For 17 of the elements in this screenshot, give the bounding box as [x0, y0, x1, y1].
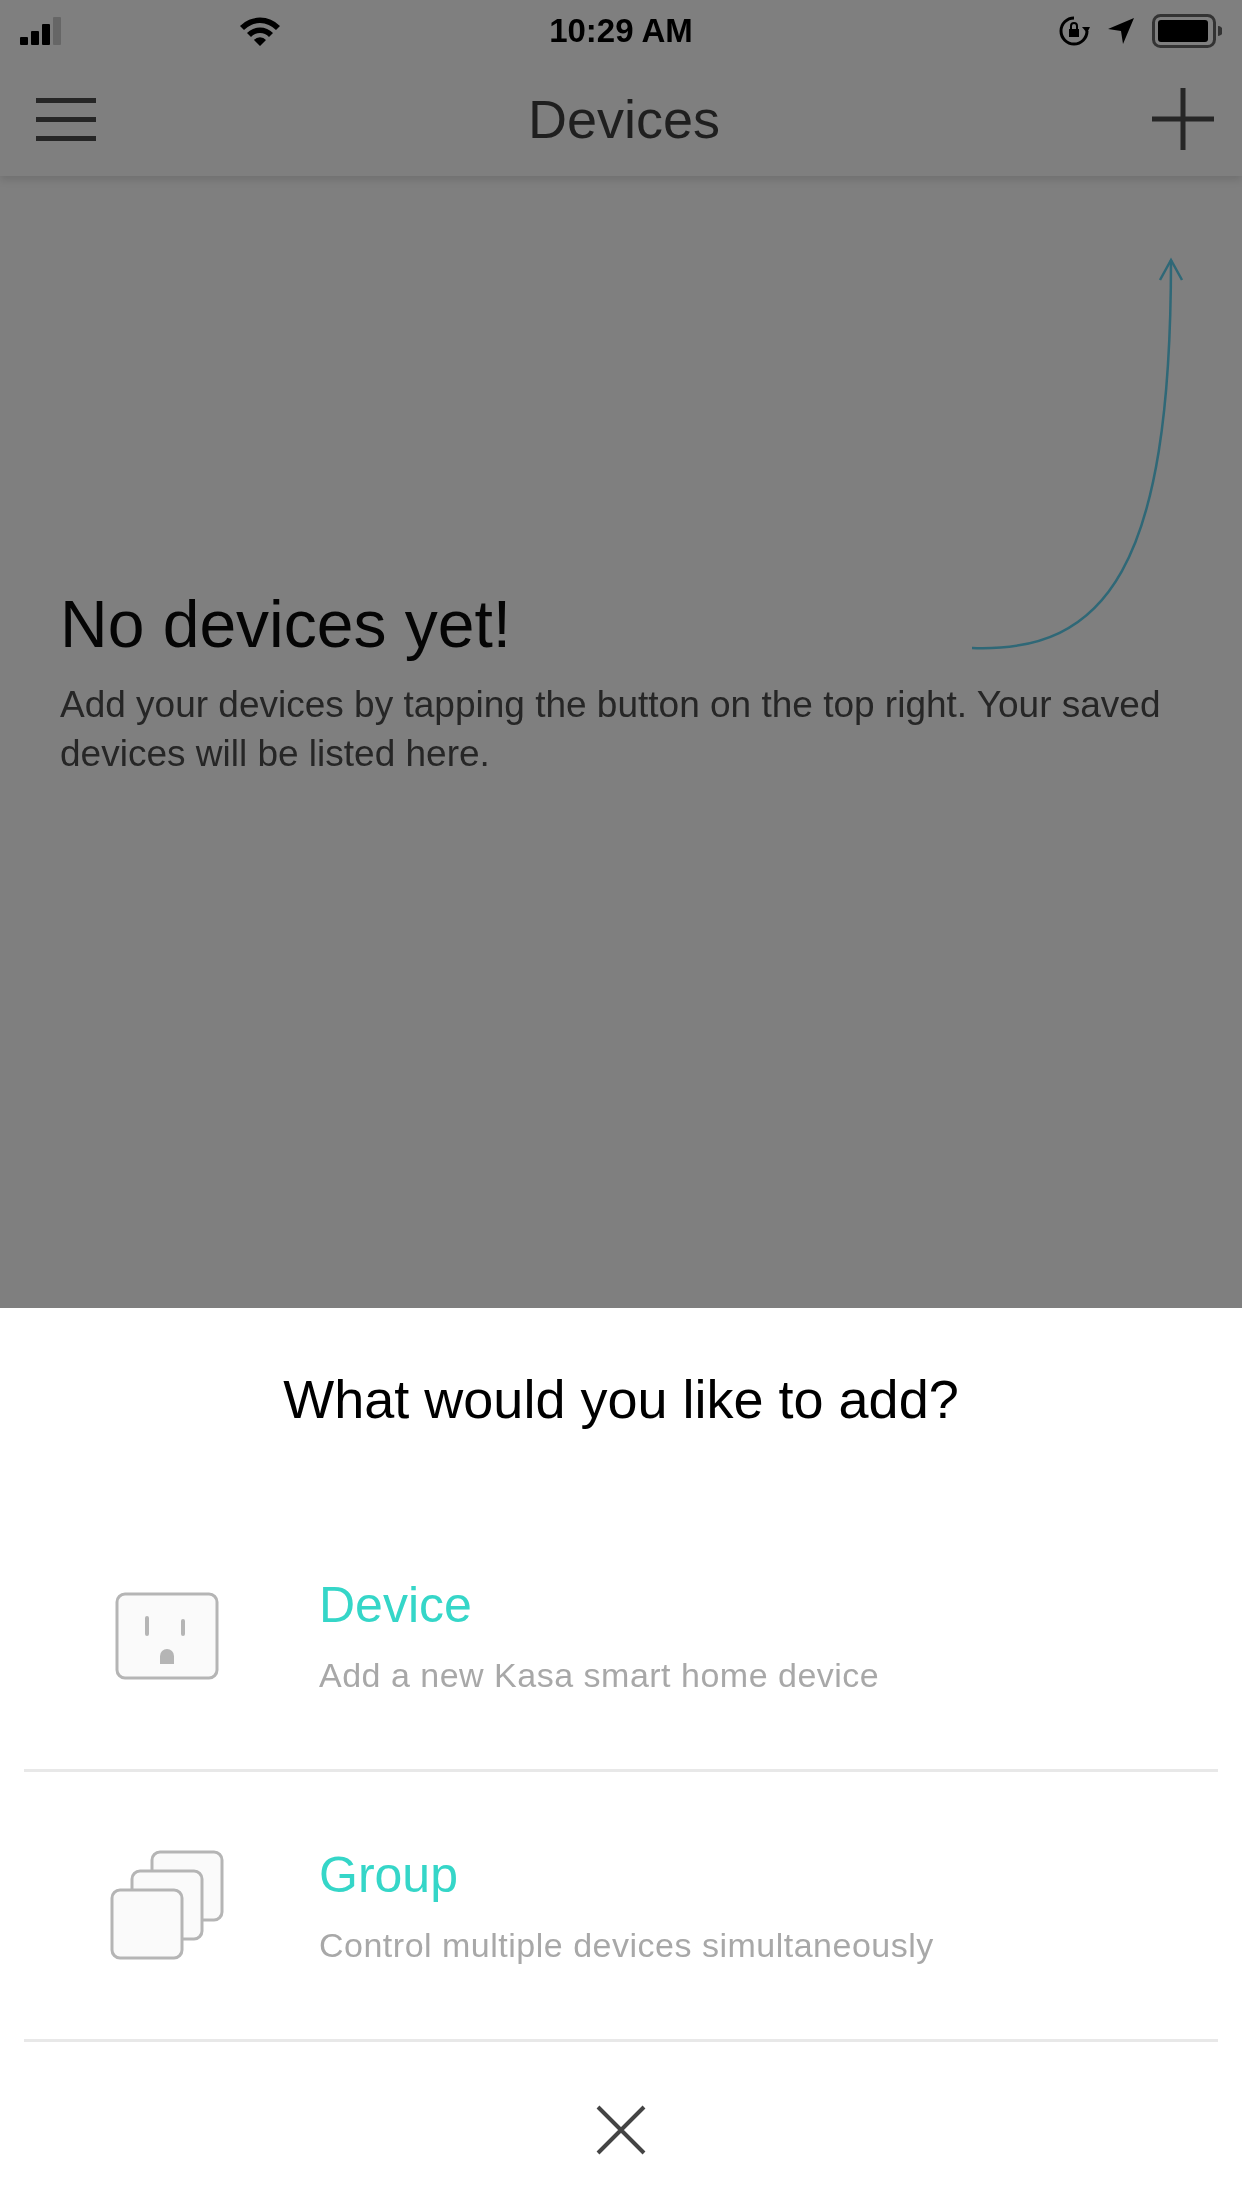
- stacked-squares-icon: [109, 1849, 224, 1962]
- option-description: Add a new Kasa smart home device: [319, 1656, 880, 1695]
- page-title: Devices: [527, 88, 721, 150]
- close-button[interactable]: [595, 2104, 647, 2156]
- option-description: Control multiple devices simultaneously: [319, 1926, 934, 1965]
- outlet-icon: [114, 1591, 219, 1680]
- option-title: Group: [319, 1846, 459, 1904]
- status-time: 10:29 AM: [549, 12, 693, 50]
- option-title: Device: [319, 1576, 473, 1634]
- add-button[interactable]: [1152, 88, 1214, 150]
- empty-message: Add your devices by tapping the button on the top right. Your saved devices will be listed here.: [60, 683, 1162, 776]
- battery-icon: [1152, 14, 1222, 48]
- location-arrow-icon: [1106, 16, 1136, 46]
- sheet-title: What would you like to add?: [283, 1368, 959, 1430]
- wifi-icon: [238, 15, 282, 47]
- empty-title: No devices yet!: [60, 586, 513, 662]
- rotation-lock-icon: [1058, 15, 1090, 47]
